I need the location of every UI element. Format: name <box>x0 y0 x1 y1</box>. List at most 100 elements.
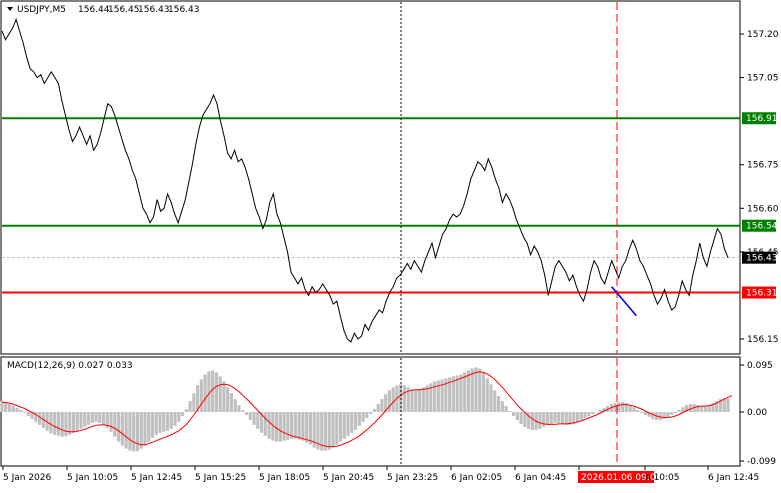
macd-bar <box>463 372 467 413</box>
macd-bar <box>387 390 392 413</box>
macd-bar <box>282 412 286 441</box>
time-label-0: 5 Jan 2026 <box>3 473 51 483</box>
macd-bar <box>101 412 106 425</box>
macd-title: MACD(12,26,9) 0.027 0.033 <box>7 361 133 371</box>
macd-bar <box>639 412 644 413</box>
time-label-7: 6 Jan 02:05 <box>451 473 502 483</box>
macd-bar <box>587 412 591 416</box>
macd-bar <box>290 412 294 439</box>
macd-bar <box>244 412 249 415</box>
macd-bar <box>658 412 662 420</box>
macd-bar <box>621 402 625 413</box>
macd-bar <box>459 374 463 413</box>
macd-histogram <box>0 367 730 452</box>
macd-bar <box>147 412 151 442</box>
macd-bar <box>557 412 561 423</box>
macd-bar <box>135 412 139 452</box>
macd-bar <box>199 379 203 413</box>
macd-bar <box>162 412 166 432</box>
price-tick-5: 156.15 <box>747 335 779 345</box>
macd-bar <box>542 412 546 427</box>
macd-bar <box>229 393 234 413</box>
macd-bar <box>192 393 196 413</box>
price-label-0: 156.91 <box>746 114 778 124</box>
macd-bar <box>346 412 350 436</box>
macd-bar <box>410 389 414 413</box>
macd-bar <box>75 412 79 431</box>
chart-window: USDJPY,M5 156.44 156.45 156.43 156.43 15… <box>0 0 781 489</box>
macd-bar <box>613 403 617 413</box>
macd-bar <box>331 412 335 448</box>
macd-bar <box>180 412 185 416</box>
macd-bar <box>286 412 290 440</box>
macd-bar <box>549 412 553 424</box>
macd-bar <box>301 412 305 441</box>
macd-bar <box>357 412 361 426</box>
macd-bar <box>90 412 94 423</box>
macd-bar <box>222 381 226 413</box>
macd-bar <box>643 412 647 415</box>
macd-bar <box>515 412 519 420</box>
price-panel-frame <box>0 0 741 355</box>
macd-bar <box>579 412 583 420</box>
macd-bar <box>538 412 542 429</box>
macd-bar <box>150 412 155 438</box>
collapse-arrow-icon[interactable] <box>7 7 13 11</box>
macd-bar <box>165 412 170 431</box>
macd-bar <box>391 387 395 413</box>
macd-bar <box>226 387 230 413</box>
macd-bar <box>22 412 27 413</box>
macd-bar <box>560 412 565 424</box>
macd-bar <box>519 412 523 424</box>
macd-bar <box>188 401 192 413</box>
macd-bar <box>323 412 328 451</box>
macd-bar <box>545 412 550 425</box>
macd-bar <box>722 398 726 413</box>
price-panel: USDJPY,M5 156.44 156.45 156.43 156.43 15… <box>0 0 779 355</box>
macd-bar <box>342 412 346 439</box>
macd-bar <box>512 412 516 416</box>
macd-bar <box>4 402 8 413</box>
macd-bar <box>98 412 102 423</box>
macd-bar <box>530 412 534 430</box>
price-tick-0: 157.20 <box>747 30 779 40</box>
macd-tick-1: 0.00 <box>747 408 767 418</box>
macd-bar <box>380 399 384 413</box>
macd-bar <box>666 412 670 417</box>
macd-axis: 0.095 0.00 -0.099 <box>740 361 776 467</box>
macd-bar <box>414 390 418 413</box>
macd-bar <box>94 412 98 422</box>
macd-tick-0: 0.095 <box>747 361 773 371</box>
macd-bar <box>583 412 587 418</box>
price-tick-2: 156.75 <box>747 161 779 171</box>
macd-bar <box>124 412 128 449</box>
macd-bar <box>594 412 598 413</box>
macd-bar <box>305 412 309 443</box>
macd-bar <box>49 412 53 434</box>
macd-bar <box>169 412 173 429</box>
macd-bar <box>369 412 373 414</box>
macd-bar <box>500 401 504 413</box>
macd-bar <box>71 412 76 433</box>
price-line <box>1 17 729 343</box>
macd-bar <box>15 408 19 413</box>
macd-bar <box>617 402 621 413</box>
price-label-1: 156.54 <box>746 222 778 232</box>
macd-bar <box>109 412 113 432</box>
macd-bar <box>237 405 241 413</box>
macd-bar <box>143 412 147 446</box>
macd-bar <box>113 412 117 437</box>
macd-bar <box>417 389 422 413</box>
macd-bar <box>177 412 181 422</box>
macd-bar <box>365 412 369 418</box>
ohlc-low: 156.43 <box>138 5 170 15</box>
macd-bar <box>173 412 177 426</box>
macd-bar <box>376 404 380 413</box>
macd-bar <box>297 412 301 440</box>
macd-bar <box>466 370 471 413</box>
macd-bar <box>203 374 207 413</box>
macd-bar <box>327 412 331 450</box>
macd-bar <box>523 412 527 427</box>
macd-bar <box>233 399 237 413</box>
macd-bar <box>263 412 267 436</box>
